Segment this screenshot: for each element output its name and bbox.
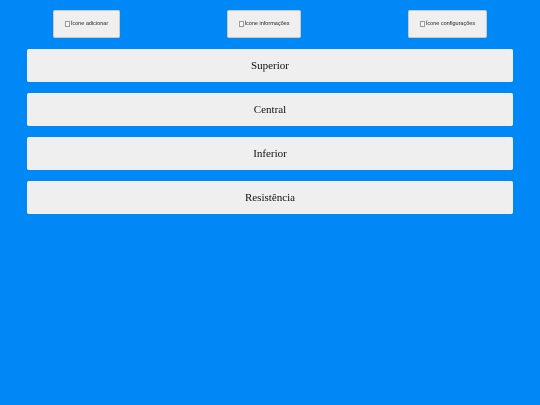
menu-button-superior[interactable]: Superior bbox=[27, 49, 513, 82]
settings-icon: Ícone configurações bbox=[419, 21, 476, 27]
menu-button-central[interactable]: Central bbox=[27, 93, 513, 126]
info-icon: Ícone informações bbox=[238, 21, 290, 27]
broken-image-icon bbox=[238, 21, 244, 27]
top-toolbar: Ícone adicionar Ícone informações Ícone … bbox=[0, 0, 540, 46]
main-menu: Superior Central Inferior Resistência bbox=[27, 49, 513, 225]
settings-button[interactable]: Ícone configurações bbox=[408, 10, 487, 38]
add-button[interactable]: Ícone adicionar bbox=[53, 10, 120, 38]
info-icon-alt-text: Ícone informações bbox=[244, 21, 290, 27]
broken-image-icon bbox=[64, 21, 70, 27]
menu-button-inferior[interactable]: Inferior bbox=[27, 137, 513, 170]
settings-icon-alt-text: Ícone configurações bbox=[425, 21, 476, 27]
menu-button-resistencia[interactable]: Resistência bbox=[27, 181, 513, 214]
add-icon: Ícone adicionar bbox=[64, 21, 109, 27]
info-button[interactable]: Ícone informações bbox=[227, 10, 301, 38]
broken-image-icon bbox=[419, 21, 425, 27]
add-icon-alt-text: Ícone adicionar bbox=[70, 21, 109, 27]
